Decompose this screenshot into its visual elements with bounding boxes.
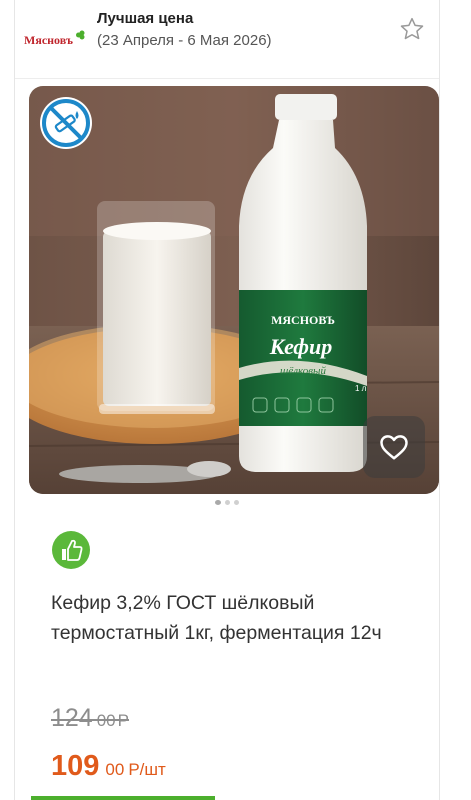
promo-header: Мясновъ Лучшая цена (23 Апреля - 6 Мая 2…: [15, 0, 439, 79]
bottle-brand-text: МЯСНОВЪ: [271, 313, 335, 327]
new-price-kop: 00: [105, 760, 125, 779]
new-price: 109 00 Р/шт: [51, 750, 166, 783]
carousel-dot[interactable]: [215, 500, 221, 505]
carousel-dot[interactable]: [234, 500, 239, 505]
old-price-rub: 124: [51, 704, 93, 732]
carousel-dots: [15, 500, 439, 505]
product-name[interactable]: Кефир 3,2% ГОСТ шёлковый термостатный 1к…: [51, 588, 421, 648]
bottle-volume-text: 1 л: [355, 384, 367, 393]
bottle-product-text: Кефир: [269, 334, 333, 359]
new-price-currency: Р/шт: [128, 760, 166, 779]
bottle-sub-text: шёлковый: [280, 365, 326, 377]
product-card[interactable]: Мясновъ Лучшая цена (23 Апреля - 6 Мая 2…: [14, 0, 440, 800]
old-price: 12400Р: [51, 704, 129, 733]
wishlist-button[interactable]: [363, 416, 425, 478]
star-outline-icon[interactable]: [399, 16, 425, 42]
carousel-dot[interactable]: [225, 500, 230, 505]
no-hormones-icon: [40, 97, 92, 149]
brand-logo: Мясновъ: [24, 30, 85, 47]
product-image[interactable]: МЯСНОВЪ Кефир шёлковый 1 л: [29, 86, 439, 494]
heart-icon: [380, 435, 408, 460]
thumbs-up-icon: [52, 531, 90, 569]
new-price-rub: 109: [51, 750, 100, 782]
promo-dates: (23 Апреля - 6 Мая 2026): [97, 32, 272, 49]
strikethrough-line: [51, 719, 129, 722]
brand-logo-text: Мясновъ: [24, 33, 73, 47]
promo-title: Лучшая цена: [97, 10, 194, 27]
add-to-cart-button[interactable]: [31, 796, 215, 800]
